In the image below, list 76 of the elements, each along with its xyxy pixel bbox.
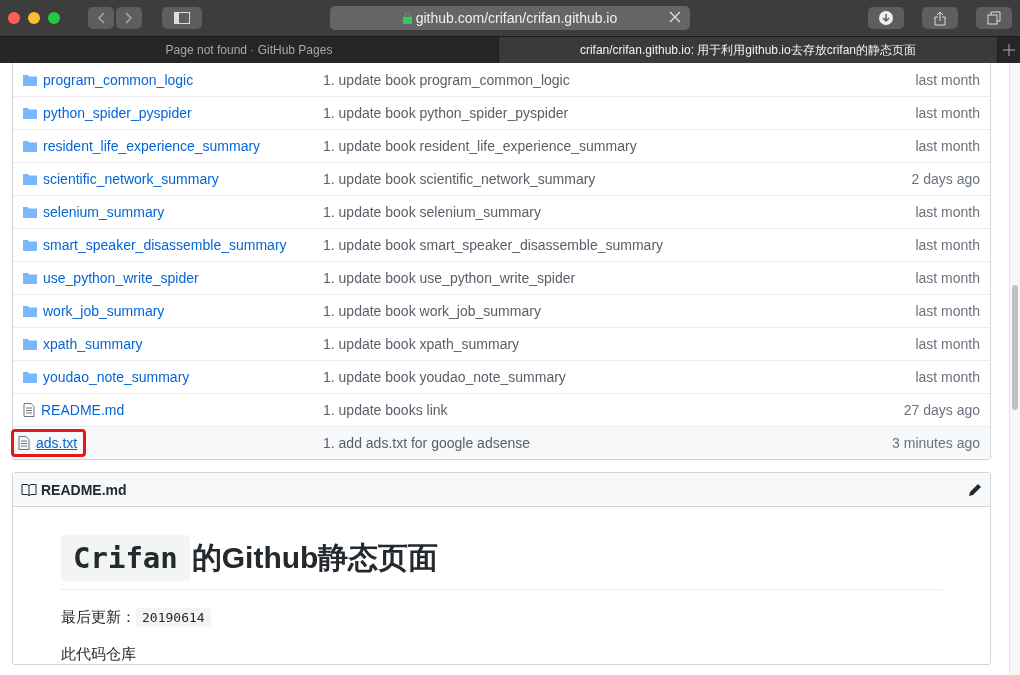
file-icon	[23, 403, 35, 417]
folder-icon	[23, 305, 37, 317]
file-link[interactable]: program_common_logic	[43, 71, 194, 88]
commit-message[interactable]: 1. update book smart_speaker_disassemble_summary	[323, 237, 820, 253]
readme-title: README.md	[41, 481, 128, 498]
minimize-window-icon[interactable]	[28, 12, 40, 24]
folder-icon	[23, 272, 37, 284]
folder-icon	[23, 107, 37, 119]
book-icon	[21, 483, 37, 496]
commit-message[interactable]: 1. update book scientific_network_summary	[323, 171, 820, 187]
heading-text: 的Github静态页面	[191, 539, 439, 576]
file-link[interactable]: ads.txt	[36, 435, 78, 451]
commit-age: last month	[914, 204, 980, 220]
heading-code: Crifan	[61, 535, 190, 581]
folder-icon	[23, 338, 37, 350]
download-button[interactable]	[868, 7, 904, 29]
commit-age: 3 minutes ago	[891, 435, 980, 451]
commit-message[interactable]: 1. update book selenium_summary	[323, 204, 820, 220]
folder-icon	[23, 173, 37, 185]
commit-age: last month	[914, 138, 980, 154]
lock-icon	[402, 12, 412, 24]
folder-icon	[23, 239, 37, 251]
pencil-icon[interactable]	[968, 482, 982, 497]
file-link[interactable]: scientific_network_summary	[43, 171, 219, 187]
updated-date: 20190614	[136, 608, 211, 627]
back-button[interactable]	[88, 7, 114, 29]
file-link[interactable]: youdao_note_summary	[43, 369, 190, 385]
commit-message[interactable]: 1. update books link	[323, 402, 820, 418]
commit-message[interactable]: 1. add ads.txt for google adsense	[323, 435, 820, 451]
commit-age: last month	[914, 71, 980, 88]
browser-tab[interactable]: crifan/crifan.github.io: 用于利用github.io去存放crifan的静态页面	[499, 37, 998, 63]
commit-age: 2 days ago	[910, 171, 980, 187]
commit-message[interactable]: 1. update book work_job_summary	[323, 303, 820, 319]
scrollbar-thumb[interactable]	[1012, 285, 1018, 410]
tabs-overview-button[interactable]	[976, 7, 1012, 29]
close-icon[interactable]	[668, 10, 682, 24]
download-icon	[879, 11, 893, 25]
commit-age: last month	[914, 270, 980, 286]
file-link[interactable]: resident_life_experience_summary	[43, 138, 261, 154]
file-link[interactable]: python_spider_pyspider	[43, 105, 192, 121]
chevron-right-icon	[125, 12, 133, 24]
file-link[interactable]: selenium_summary	[43, 204, 165, 220]
file-link[interactable]: xpath_summary	[43, 336, 143, 352]
file-link[interactable]: use_python_write_spider	[43, 270, 199, 286]
commit-age: last month	[914, 369, 980, 385]
address-bar[interactable]: github.com/crifan/crifan.github.io	[330, 6, 690, 30]
chevron-left-icon	[97, 12, 105, 24]
forward-button[interactable]	[116, 7, 142, 29]
tabs-icon	[987, 11, 1001, 25]
commit-message[interactable]: 1. update book youdao_note_summary	[323, 369, 820, 385]
readme-paragraph: 此代码仓库	[61, 645, 136, 664]
commit-message[interactable]: 1. update book xpath_summary	[323, 336, 820, 352]
commit-age: last month	[914, 303, 980, 319]
commit-message[interactable]: 1. update book use_python_write_spider	[323, 270, 820, 286]
folder-icon	[23, 371, 37, 383]
sidebar-button[interactable]	[162, 7, 202, 29]
folder-icon	[23, 73, 37, 86]
file-link[interactable]: README.md	[41, 402, 125, 418]
sidebar-icon	[174, 12, 190, 24]
share-button[interactable]	[922, 7, 958, 29]
commit-age: last month	[914, 336, 980, 352]
commit-age: last month	[914, 105, 980, 121]
folder-icon	[23, 206, 37, 218]
commit-message[interactable]: 1. update book program_common_logic	[323, 71, 820, 88]
close-window-icon[interactable]	[8, 12, 20, 24]
commit-age: last month	[914, 237, 980, 253]
file-link[interactable]: work_job_summary	[43, 303, 165, 319]
file-link[interactable]: smart_speaker_disassemble_summary	[43, 237, 287, 253]
updated-label: 最后更新：	[61, 608, 136, 627]
commit-message[interactable]: 1. update book python_spider_pyspider	[323, 105, 820, 121]
share-icon	[934, 10, 946, 26]
commit-age: 27 days ago	[902, 402, 980, 418]
zoom-window-icon[interactable]	[48, 12, 60, 24]
file-icon	[18, 436, 30, 450]
commit-message[interactable]: 1. update book resident_life_experience_summary	[323, 138, 820, 154]
folder-icon	[23, 140, 37, 152]
